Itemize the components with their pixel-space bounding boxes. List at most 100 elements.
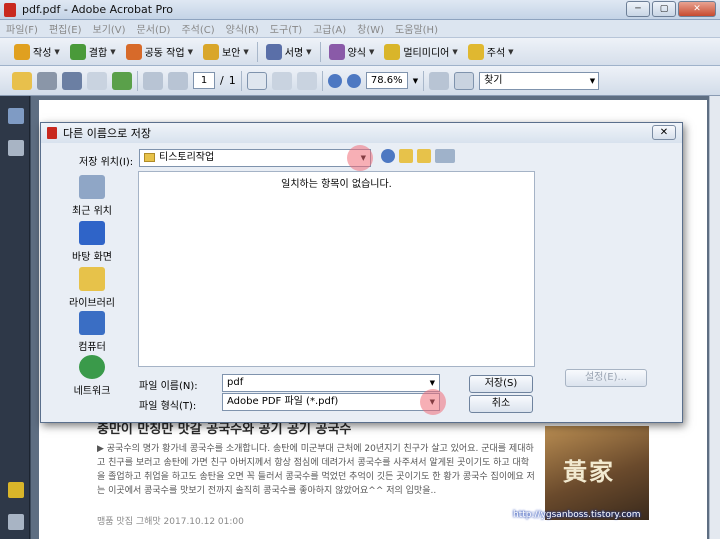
next-page-icon[interactable] [168,71,188,90]
filetype-select[interactable]: Adobe PDF 파일 (*.pdf) ▼ [222,393,440,411]
attachments-panel-icon[interactable] [8,140,24,156]
new-folder-icon[interactable] [417,149,431,163]
window-title: pdf.pdf - Adobe Acrobat Pro [22,3,173,16]
combine-button[interactable]: 결합 ▼ [68,41,118,63]
place-libraries-label: 라이브러리 [69,298,115,309]
save-button[interactable]: 저장(S) [469,375,533,393]
chevron-down-icon: ▼ [368,47,375,56]
close-window-button[interactable]: ✕ [678,1,716,17]
combine-icon [69,43,86,60]
create-button[interactable]: 작성 ▼ [12,41,62,63]
restaurant-photo: 黃家 [545,426,649,520]
sign-button[interactable]: 서명 ▼ [264,41,314,63]
dialog-title-bar: 다른 이름으로 저장 ✕ [41,123,682,143]
open-folder-icon[interactable] [12,71,32,90]
fit-width-icon[interactable] [454,71,475,90]
menu-tools[interactable]: 도구(T) [270,21,302,36]
save-icon[interactable] [62,71,82,90]
comments-panel-icon[interactable] [8,482,24,498]
select-text-icon[interactable] [246,71,267,90]
menu-window[interactable]: 창(W) [357,21,384,36]
toolbar-divider [423,70,425,91]
dialog-close-button[interactable]: ✕ [652,125,676,140]
cancel-button[interactable]: 취소 [469,395,533,413]
chevron-down-icon: ▼ [306,47,312,56]
chevron-down-icon: ▼ [54,47,60,56]
chevron-down-icon: ▼ [508,47,514,56]
filename-value: pdf [227,377,244,388]
zoom-level-input[interactable]: 78.6% [365,72,408,89]
back-icon[interactable] [381,149,395,163]
filename-label: 파일 이름(N): [139,381,198,392]
maximize-button[interactable]: ▢ [652,1,676,17]
fit-page-icon[interactable] [429,71,450,90]
search-placeholder: 찾기 [484,74,503,86]
menu-comments[interactable]: 주석(C) [181,21,214,36]
title-bar: pdf.pdf - Adobe Acrobat Pro ─ ▢ ✕ [0,0,720,20]
collaborate-button[interactable]: 공동 작업 ▼ [124,41,195,63]
save-as-dialog: 다른 이름으로 저장 ✕ 저장 위치(I): 티스토리작업 ▼ 최근 위치 바탕… [40,122,683,423]
secure-button[interactable]: 보안 ▼ [201,41,251,63]
photo-sign-text: 黃家 [563,458,615,486]
pdf-file-icon [47,127,57,139]
multimedia-icon [384,43,401,60]
menu-file[interactable]: 파일(F) [6,21,38,36]
place-libraries[interactable]: 라이브러리 [46,267,138,309]
save-in-select[interactable]: 티스토리작업 ▼ [139,149,371,167]
email-icon[interactable] [87,71,107,90]
toolbar-divider [240,70,242,91]
dialog-title: 다른 이름으로 저장 [63,127,151,140]
menu-view[interactable]: 보기(V) [93,21,126,36]
form-icon [328,43,345,60]
multimedia-button[interactable]: 멀티미디어 ▼ [382,41,459,63]
forms-button[interactable]: 양식 ▼ [327,41,377,63]
page-number-input[interactable]: 1 [193,72,215,89]
place-desktop[interactable]: 바탕 화면 [46,221,138,263]
minimize-button[interactable]: ─ [626,1,650,17]
vertical-scrollbar[interactable] [709,96,720,539]
navigation-panel [0,96,30,539]
filetype-value: Adobe PDF 파일 (*.pdf) [227,396,339,407]
place-network-label: 네트워크 [73,386,111,397]
place-network[interactable]: 네트워크 [46,355,138,397]
place-computer[interactable]: 컴퓨터 [46,311,138,353]
comment-button[interactable]: 주석 ▼ [466,41,516,63]
zoom-tool-icon[interactable] [296,71,317,90]
paperclip-icon[interactable] [8,514,24,530]
chevron-down-icon: ▼ [243,47,249,56]
menu-advanced[interactable]: 고급(A) [313,21,346,36]
menu-document[interactable]: 문서(D) [137,21,171,36]
filetype-label: 파일 형식(T): [139,401,197,412]
toolbar-divider [256,41,258,62]
up-folder-icon[interactable] [399,149,413,163]
chevron-down-icon[interactable]: ▼ [413,77,418,85]
previous-page-icon[interactable] [143,71,163,90]
sign-label: 서명 [284,48,304,59]
view-menu-icon[interactable] [435,149,455,163]
zoom-out-icon[interactable] [327,73,342,88]
menu-help[interactable]: 도움말(H) [395,21,438,36]
file-list[interactable]: 일치하는 항목이 없습니다. [138,171,535,367]
place-recent[interactable]: 최근 위치 [46,175,138,217]
place-recent-label: 최근 위치 [72,206,112,217]
menu-forms[interactable]: 양식(R) [226,21,259,36]
zoom-in-icon[interactable] [346,73,361,88]
search-input[interactable]: 찾기 ▼ [479,71,600,90]
save-in-value: 티스토리작업 [159,152,215,163]
menu-edit[interactable]: 편집(E) [49,21,82,36]
hand-tool-icon[interactable] [271,71,292,90]
document-meta: 맹품 맛집 그해맛 2017.10.12 01:00 [97,517,244,527]
print-icon[interactable] [37,71,57,90]
sync-icon[interactable] [112,71,132,90]
network-icon [79,355,105,379]
toolbar-divider [321,70,323,91]
chevron-down-icon: ▼ [187,47,193,56]
chevron-down-icon: ▼ [452,47,458,56]
folder-icon [144,152,155,162]
library-icon [79,267,105,291]
desktop-icon [79,221,105,245]
chevron-down-icon: ▼ [589,76,596,85]
pages-panel-icon[interactable] [8,108,24,124]
places-bar: 최근 위치 바탕 화면 라이브러리 컴퓨터 네트워크 [46,171,138,411]
filename-input[interactable]: pdf ▼ [222,374,440,392]
